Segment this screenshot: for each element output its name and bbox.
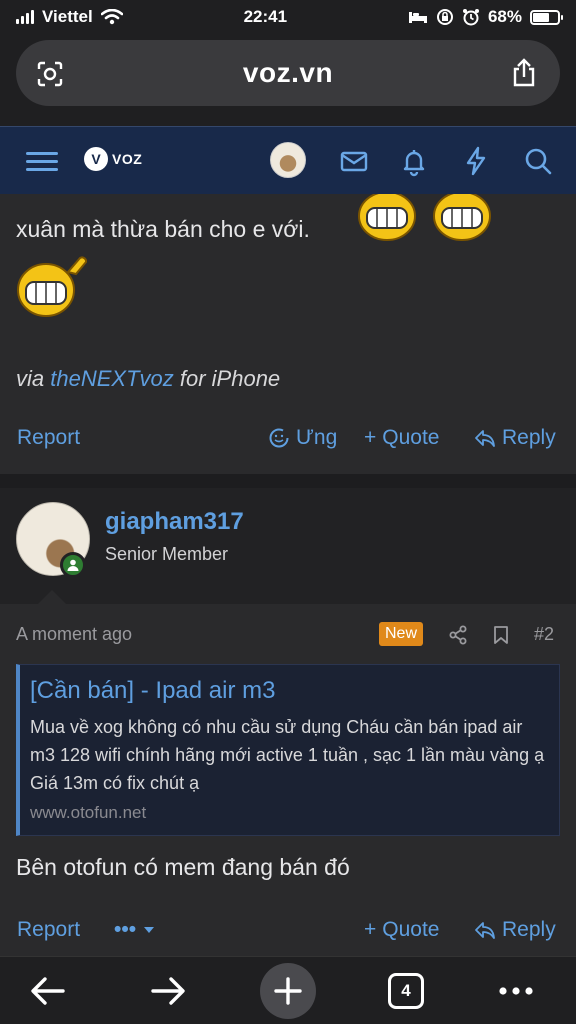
back-button[interactable]	[22, 965, 74, 1017]
post-actions: Report Ưng + Quote Reply	[0, 418, 576, 458]
link-preview-title[interactable]: [Cần bán] - Ipad air m3	[30, 677, 275, 705]
forward-button[interactable]	[142, 965, 194, 1017]
post-number[interactable]: #2	[534, 624, 554, 645]
username[interactable]: giapham317	[105, 508, 244, 536]
reply-button[interactable]: Reply	[474, 918, 556, 942]
post-body-text: Bên otofun có mem đang bán đó	[16, 854, 350, 880]
menu-icon[interactable]	[26, 145, 58, 177]
reply-icon	[475, 922, 495, 939]
logo-text: VOZ	[112, 151, 143, 167]
browser-toolbar: voz.vn	[0, 34, 576, 126]
arrow-right-icon	[151, 977, 185, 1005]
status-right: 68%	[408, 7, 563, 27]
more-menu-button[interactable]	[490, 965, 542, 1017]
reply-icon	[475, 430, 495, 447]
quote-button[interactable]: + Quote	[364, 426, 439, 450]
status-left: Viettel	[16, 7, 123, 27]
chevron-down-icon	[144, 927, 155, 933]
plus-icon: +	[364, 426, 377, 449]
post-author-block: giapham317 Senior Member	[0, 488, 576, 604]
bell-icon[interactable]	[398, 145, 430, 177]
voz-logo-icon: V	[84, 147, 108, 171]
battery-fill	[532, 12, 550, 22]
author-pointer	[38, 590, 66, 604]
carrier-name: Viettel	[42, 7, 93, 26]
more-dots: •••	[114, 918, 137, 941]
new-badge: New	[379, 622, 424, 646]
plus-icon: +	[364, 918, 377, 941]
link-preview-site: www.otofun.net	[30, 803, 147, 822]
plus-icon	[274, 977, 302, 1005]
lens-icon[interactable]	[36, 60, 64, 88]
grin-emoji-icon	[433, 194, 491, 241]
via-suffix: for iPhone	[179, 366, 281, 391]
wifi-icon	[100, 9, 123, 25]
status-bar: Viettel 22:41 68%	[0, 0, 576, 34]
post-latest: A moment ago New #2 [Cần bán] - Ipad air…	[0, 604, 576, 956]
quote-label: Quote	[382, 426, 440, 449]
share-icon[interactable]	[510, 58, 538, 88]
battery-icon	[529, 9, 563, 25]
post-body-text: xuân mà thừa bán cho e với.	[16, 216, 310, 242]
browser-bottom-toolbar: 4	[0, 956, 576, 1024]
signal-icon	[16, 10, 34, 24]
tabs-count: 4	[388, 973, 424, 1009]
post-previous: xuân mà thừa bán cho e với. via theNEXTv…	[0, 194, 576, 474]
link-preview-description: Mua về xog không có nhu cầu sử dụng Cháu…	[30, 717, 545, 793]
post-actions: Report ••• + Quote Reply	[0, 910, 576, 950]
reply-label: Reply	[502, 918, 556, 941]
arrow-left-icon	[31, 977, 65, 1005]
share-icon[interactable]	[447, 624, 469, 646]
battery-percent: 68%	[487, 7, 522, 26]
search-icon[interactable]	[522, 145, 554, 177]
alarm-icon	[462, 9, 479, 26]
report-button[interactable]: Report	[17, 426, 80, 450]
link-preview-card[interactable]: [Cần bán] - Ipad air m3 Mua về xog không…	[16, 664, 560, 836]
new-tab-button[interactable]	[260, 963, 316, 1019]
ellipsis-icon	[499, 987, 533, 995]
reply-label: Reply	[502, 426, 556, 449]
quote-button[interactable]: + Quote	[364, 918, 439, 942]
bed-icon	[408, 12, 427, 23]
post-timestamp[interactable]: A moment ago	[16, 624, 132, 645]
site-logo[interactable]: V VOZ	[84, 147, 142, 171]
bookmark-icon[interactable]	[490, 624, 512, 646]
react-icon	[269, 428, 289, 448]
more-actions-button[interactable]: •••	[114, 918, 156, 942]
url-text[interactable]: voz.vn	[243, 57, 333, 89]
online-status-icon	[60, 552, 86, 578]
reply-button[interactable]: Reply	[474, 426, 556, 450]
inbox-icon[interactable]	[338, 145, 370, 177]
via-signature: via theNEXTvoz for iPhone	[16, 366, 280, 392]
lightning-icon[interactable]	[460, 145, 492, 177]
account-avatar[interactable]	[270, 142, 306, 178]
quote-label: Quote	[382, 918, 440, 941]
post-divider	[0, 474, 576, 488]
thumbs-up-grin-emoji-icon	[17, 256, 88, 317]
react-button[interactable]: Ưng	[268, 426, 337, 450]
thread-content: xuân mà thừa bán cho e với. via theNEXTv…	[0, 194, 576, 956]
rotation-lock-icon	[436, 9, 453, 25]
user-title: Senior Member	[105, 544, 229, 564]
clock: 22:41	[243, 7, 288, 26]
report-button[interactable]: Report	[17, 918, 80, 942]
via-prefix: via	[16, 366, 45, 391]
react-label: Ưng	[296, 426, 338, 449]
tabs-button[interactable]: 4	[380, 965, 432, 1017]
address-bar[interactable]: voz.vn	[16, 40, 560, 106]
grin-emoji-icon	[358, 194, 416, 241]
via-app-link[interactable]: theNEXTvoz	[50, 366, 174, 391]
